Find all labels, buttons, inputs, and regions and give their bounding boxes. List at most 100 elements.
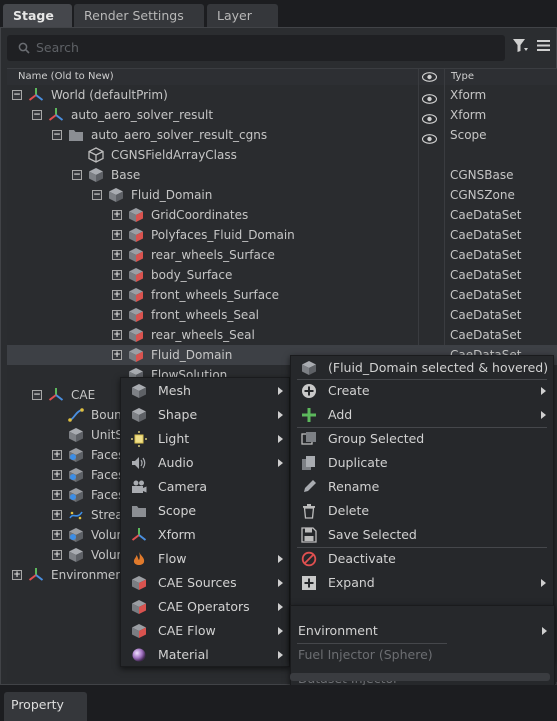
create-menu-item-flow[interactable]: Flow [121,547,289,571]
tree-row[interactable]: + front_wheels_Surface CaeDataSet [7,285,557,305]
context-menu-header: (Fluid_Domain selected & hovered) [291,356,553,380]
context-menu-item-deactivate[interactable]: Deactivate [291,547,553,571]
context-menu-item-add[interactable]: Add [291,403,553,427]
horizontal-scrollbar[interactable] [290,673,550,681]
create-menu-item-camera[interactable]: Camera [121,475,289,499]
submenu-arrow-icon [278,555,283,563]
tree-row[interactable]: − Fluid_Domain CGNSZone [7,185,557,205]
tab-stage[interactable]: Stage [3,4,72,27]
tree-row[interactable]: − auto_aero_solver_result_cgns Scope [7,125,557,145]
expand-toggle-icon[interactable]: + [112,230,122,240]
tab-property[interactable]: Property [4,692,87,721]
context-menu-item-group-selected[interactable]: Group Selected [291,427,553,451]
menu-item-label: Group Selected [328,431,425,446]
search-field[interactable]: Search [7,35,505,61]
expand-toggle-icon[interactable]: + [112,210,122,220]
filter-icon[interactable] [513,39,529,53]
tree-row-name: Volur [91,528,122,542]
tree-row[interactable]: − auto_aero_solver_result Xform [7,105,557,125]
context-menu-item-save-selected[interactable]: Save Selected [291,523,553,547]
tree-row-name: Base [111,168,141,182]
expand-toggle-icon[interactable]: + [52,470,62,480]
save-icon [301,527,317,543]
tree-row[interactable]: + GridCoordinates CaeDataSet [7,205,557,225]
expand-toggle-icon[interactable]: + [112,350,122,360]
tree-row-name: Boun [91,408,122,422]
menu-separator [297,427,547,428]
tree-row-name: CAE [71,388,96,402]
tree-row[interactable]: + body_Surface CaeDataSet [7,265,557,285]
tab-layer[interactable]: Layer [207,4,278,27]
create-menu-item-light[interactable]: Light [121,427,289,451]
expand-toggle-icon[interactable]: + [52,530,62,540]
collapse-toggle-icon[interactable]: − [52,130,62,140]
tree-row[interactable]: CGNSFieldArrayClass [7,145,557,165]
create-menu-item-scope[interactable]: Scope [121,499,289,523]
trash-icon [301,503,317,519]
create-menu-item-xform[interactable]: Xform [121,523,289,547]
expand-toggle-icon[interactable]: + [112,250,122,260]
tree-row-name: CGNSFieldArrayClass [111,148,237,162]
menu-item-label: Environment [298,623,378,638]
mesh-cube-icon [131,383,147,399]
light-icon [131,431,147,447]
create-menu-item-material[interactable]: Material [121,643,289,667]
submenu-arrow-icon [278,627,283,635]
type-column-header[interactable]: Type [451,71,474,82]
folder-icon [68,127,84,143]
collapse-toggle-icon[interactable]: − [92,190,102,200]
cube-blue-icon [68,467,84,483]
create-menu-item-shape[interactable]: Shape [121,403,289,427]
expand-toggle-icon[interactable]: + [112,330,122,340]
tree-row-name: front_wheels_Surface [151,288,280,302]
context-menu-item-create[interactable]: Create [291,379,553,403]
plus-circle-icon [301,383,317,399]
hamburger-menu-icon[interactable] [537,40,550,51]
cube-gray-icon [68,547,84,563]
name-column-header[interactable]: Name (Old to New) [18,71,114,82]
create-menu-item-cae-flow[interactable]: CAE Flow [121,619,289,643]
expand-toggle-icon[interactable]: + [52,490,62,500]
context-menu-item-delete[interactable]: Delete [291,499,553,523]
create-menu-item-audio[interactable]: Audio [121,451,289,475]
expand-toggle-icon[interactable]: + [112,310,122,320]
menu-item-label: Xform [158,527,196,542]
menu-item-label: Material [158,647,209,662]
expand-toggle-icon[interactable]: + [12,570,22,580]
submenu-arrow-icon [542,627,547,635]
expand-toggle-icon[interactable]: + [52,550,62,560]
create-menu-item-mesh[interactable]: Mesh [121,379,289,403]
tree-row[interactable]: + rear_wheels_Seal CaeDataSet [7,325,557,345]
cube-red-icon [128,247,144,263]
tree-row[interactable]: − Base CGNSBase [7,165,557,185]
context-menu-item-duplicate[interactable]: Duplicate [291,451,553,475]
expand-toggle-icon[interactable]: + [52,450,62,460]
menu-item-label: Fuel Injector (Sphere) [298,647,433,662]
submenu-arrow-icon [278,579,283,587]
tree-row[interactable]: − World (defaultPrim) Xform [7,85,557,105]
create-menu-item-cae-operators[interactable]: CAE Operators [121,595,289,619]
expand-toggle-icon[interactable]: + [112,290,122,300]
context-menu-item-expand[interactable]: Expand [291,571,553,595]
create-menu-item-cae-sources[interactable]: CAE Sources [121,571,289,595]
camera-icon [131,479,147,495]
panel-tab-bar: Stage Render Settings Layer [0,0,557,27]
tree-row[interactable]: + rear_wheels_Surface CaeDataSet [7,245,557,265]
context-menu-item-rename[interactable]: Rename [291,475,553,499]
submenu-arrow-icon [278,603,283,611]
flow-menu-item-environment[interactable]: Environment [291,619,554,643]
tree-row[interactable]: + Polyfaces_Fluid_Domain CaeDataSet [7,225,557,245]
collapse-toggle-icon[interactable]: − [72,170,82,180]
tab-render-settings[interactable]: Render Settings [74,4,204,27]
collapse-toggle-icon[interactable]: − [32,390,42,400]
collapse-toggle-icon[interactable]: − [12,90,22,100]
expand-toggle-icon[interactable]: + [112,270,122,280]
expand-toggle-icon[interactable]: + [52,510,62,520]
create-submenu: Mesh Shape Light Audio Camera Scope Xform Flow C… [120,377,290,667]
tree-row-name: rear_wheels_Seal [151,328,255,342]
tree-row-name: Fluid_Domain [131,188,213,202]
tree-row[interactable]: + front_wheels_Seal CaeDataSet [7,305,557,325]
tree-row-name: Volur [91,548,122,562]
collapse-toggle-icon[interactable]: − [32,110,42,120]
plus-green-icon [301,407,317,423]
